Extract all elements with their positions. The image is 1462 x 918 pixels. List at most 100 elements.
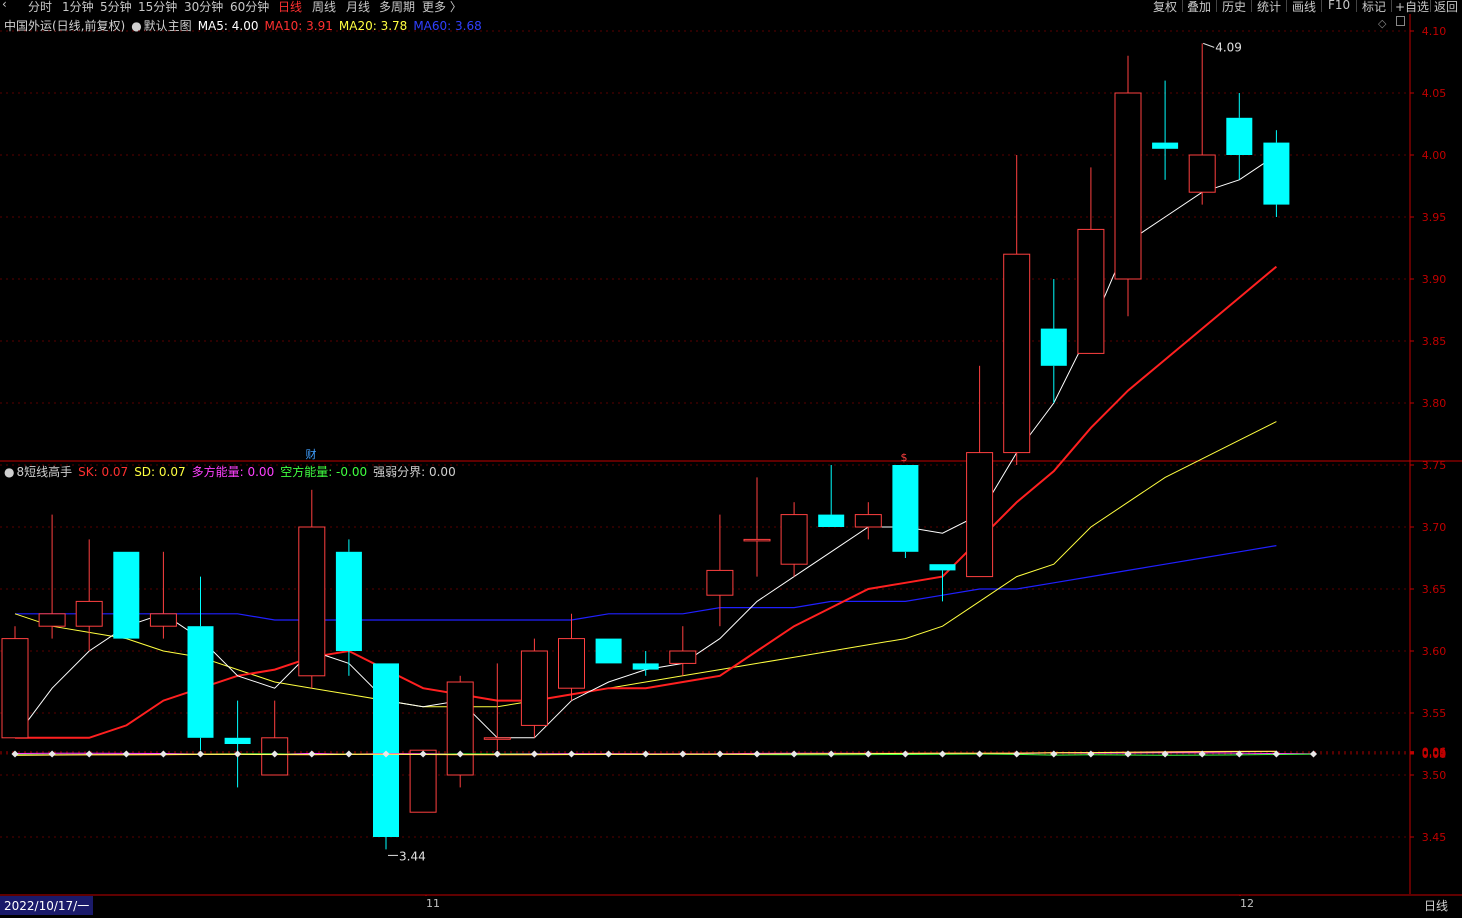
candle-body	[1263, 142, 1290, 205]
candle-body	[854, 514, 882, 528]
y-tick-label: 3.70	[1422, 521, 1447, 534]
candle	[632, 651, 659, 676]
candle	[261, 700, 289, 776]
candle	[1003, 155, 1031, 465]
candle-body	[558, 638, 585, 689]
candle-body	[187, 626, 214, 738]
candle	[149, 551, 177, 639]
y-tick-label: 3.75	[1422, 459, 1447, 472]
boundary-dot	[753, 750, 761, 758]
candle-body	[335, 551, 362, 651]
candle	[113, 551, 140, 639]
y-tick-label: 3.95	[1422, 211, 1447, 224]
boundary-dot	[308, 750, 316, 758]
chart-canvas: 4.10 4.05 4.00 3.95 3.90 3.85 3.80 3.75 3.70 3.65…	[0, 14, 1462, 900]
candle	[929, 564, 956, 602]
candle	[1152, 80, 1179, 180]
candle-body	[1188, 154, 1216, 193]
y-tick-label: 3.50	[1422, 769, 1447, 782]
y-tick-label: 3.55	[1422, 707, 1447, 720]
candle	[966, 365, 994, 578]
candle	[780, 502, 808, 577]
high-price-label: 4.09	[1215, 40, 1242, 54]
boundary-dot	[122, 750, 130, 758]
candle-body	[818, 514, 845, 527]
y-tick-label: 0.00	[1422, 748, 1447, 761]
boundary-dot	[345, 750, 353, 758]
candle	[1, 626, 29, 739]
candle-body	[1114, 92, 1142, 280]
event-marker-cai: 财	[306, 447, 317, 461]
candle-body	[780, 514, 808, 565]
month-label-11: 11	[426, 897, 440, 910]
candle	[669, 626, 697, 676]
candle	[38, 514, 66, 639]
boundary-dot	[1124, 750, 1132, 758]
candle-body	[1152, 142, 1179, 149]
candle	[1188, 43, 1216, 205]
ma60-line	[15, 545, 1277, 621]
cursor-date: 2022/10/17/一	[0, 896, 94, 915]
boundary-dot	[159, 750, 167, 758]
candle	[224, 700, 251, 788]
candle-body	[224, 737, 251, 744]
boundary-dot	[790, 750, 798, 758]
candle-body	[892, 465, 919, 552]
candle	[1114, 55, 1142, 317]
y-tick-label: 3.80	[1422, 397, 1447, 410]
y-tick-label: 4.00	[1422, 149, 1447, 162]
candle-body	[446, 681, 474, 776]
candle-body	[38, 613, 66, 627]
candle	[1263, 130, 1290, 217]
boundary-dot	[976, 750, 984, 758]
candle-body	[1077, 228, 1105, 354]
period-indicator[interactable]: 日线	[1424, 897, 1448, 914]
candle	[854, 502, 882, 540]
candle-body	[1226, 117, 1253, 155]
candle-body	[1, 638, 29, 739]
boundary-dot	[567, 750, 576, 758]
high-pointer	[1203, 42, 1215, 48]
candle	[743, 477, 771, 577]
candle	[520, 638, 548, 738]
month-label-12: 12	[1240, 897, 1254, 910]
candle-body	[483, 737, 511, 740]
candle	[187, 576, 214, 751]
y-tick-label: 3.45	[1422, 831, 1447, 844]
candle-body	[149, 613, 177, 627]
candle	[558, 613, 585, 701]
candle	[595, 638, 622, 664]
y-tick-label: 3.85	[1422, 335, 1447, 348]
low-price-label: 3.44	[399, 849, 426, 863]
candle-body	[113, 551, 140, 639]
candle-body	[966, 452, 994, 578]
candle-body	[743, 538, 771, 542]
candle-body	[409, 749, 437, 813]
y-tick-label: 3.60	[1422, 645, 1447, 658]
candle	[1077, 167, 1105, 354]
candle	[409, 749, 437, 813]
candle-body	[632, 663, 659, 670]
candle-body	[595, 638, 622, 664]
y-tick-label: 3.65	[1422, 583, 1447, 596]
candle-body	[520, 650, 548, 726]
boundary-dot	[530, 750, 538, 758]
candle-body	[298, 526, 326, 677]
candle	[446, 675, 474, 788]
y-tick-label: 4.05	[1422, 87, 1447, 100]
y-tick-label: 4.10	[1422, 25, 1447, 38]
candle-body	[706, 569, 734, 596]
candle-body	[75, 600, 103, 627]
event-marker-s: $	[901, 451, 908, 464]
candle-body	[1040, 328, 1067, 366]
candle	[298, 489, 326, 689]
candle-body	[669, 650, 697, 664]
candle-body	[1003, 253, 1031, 454]
y-tick-label: 3.90	[1422, 273, 1447, 286]
candle	[818, 465, 845, 527]
candle	[892, 465, 919, 558]
candle-body	[929, 564, 956, 571]
candle-body	[373, 663, 399, 837]
candle	[1226, 93, 1253, 180]
boundary-dot	[938, 750, 947, 758]
